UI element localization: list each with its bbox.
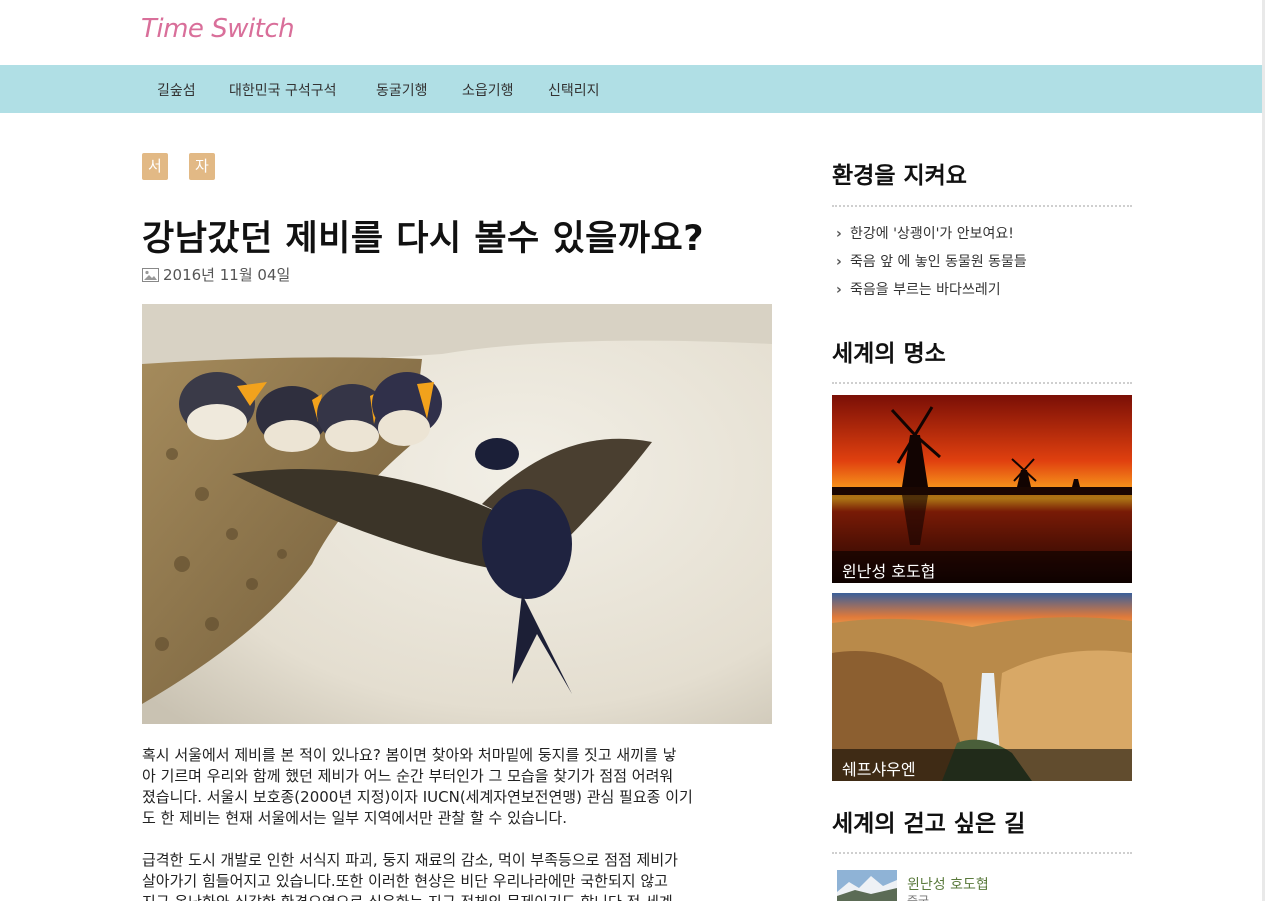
world-card-1[interactable]: 윈난성 호도협: [832, 395, 1132, 583]
tag-nature[interactable]: 자연: [189, 153, 215, 202]
divider: [832, 205, 1132, 207]
chevron-right-icon: ›: [836, 226, 842, 242]
world-card-caption: 윈난성 호도협: [832, 551, 1132, 583]
site-header: Time Switch: [0, 0, 1265, 65]
divider: [832, 852, 1132, 854]
nav-item-cave-travel[interactable]: 동굴기행: [376, 80, 428, 100]
article-title: 강남갔던 제비를 다시 볼수 있을까요?: [142, 219, 705, 259]
article-date: 2016년 11월 04일: [142, 264, 290, 286]
sidebar-world-title: 세계의 명소: [832, 341, 946, 367]
sidebar-env-link[interactable]: › 한강에 '상괭이'가 안보여요!: [836, 223, 1014, 243]
main-nav: 길숲섬 대한민국 구석구석 동굴기행 소읍기행 신택리지: [0, 65, 1265, 113]
article-date-text: 2016년 11월 04일: [163, 266, 291, 284]
world-card-2[interactable]: 쉐프샤우엔: [832, 593, 1132, 781]
nav-item-gilsupseom[interactable]: 길숲섬: [157, 80, 196, 100]
sidebar-env-link[interactable]: › 죽음 앞 에 놓인 동물원 동물들: [836, 251, 1027, 271]
chevron-right-icon: ›: [836, 254, 842, 270]
walk-item-name[interactable]: 윈난성 호도협: [907, 874, 989, 894]
image-icon: [142, 268, 159, 286]
sidebar-env-link[interactable]: › 죽음을 부르는 바다쓰레기: [836, 279, 1001, 299]
article-paragraph-1: 혹시 서울에서 제비를 본 적이 있나요? 봄이면 찾아와 처마밑에 둥지를 짓…: [142, 746, 693, 827]
walk-item-sub: 중국: [907, 894, 930, 901]
divider: [832, 382, 1132, 384]
nav-item-korea-corners[interactable]: 대한민국 구석구석: [229, 80, 337, 100]
sidebar-env-title: 환경을 지켜요: [832, 163, 967, 189]
walk-thumbnail[interactable]: [837, 870, 897, 901]
tag-seoul[interactable]: 서울: [142, 153, 168, 202]
article-paragraph-2: 급격한 도시 개발로 인한 서식지 파괴, 둥지 재료의 감소, 먹이 부족등으…: [142, 851, 678, 901]
nav-item-town-travel[interactable]: 소읍기행: [462, 80, 514, 100]
world-card-caption: 쉐프샤우엔: [832, 749, 1132, 781]
nav-item-new-taekriji[interactable]: 신택리지: [548, 80, 600, 100]
article-hero-image: [142, 304, 772, 724]
chevron-right-icon: ›: [836, 282, 842, 298]
site-logo[interactable]: Time Switch: [141, 14, 295, 44]
sidebar-walk-title: 세계의 걷고 싶은 길: [832, 811, 1026, 837]
